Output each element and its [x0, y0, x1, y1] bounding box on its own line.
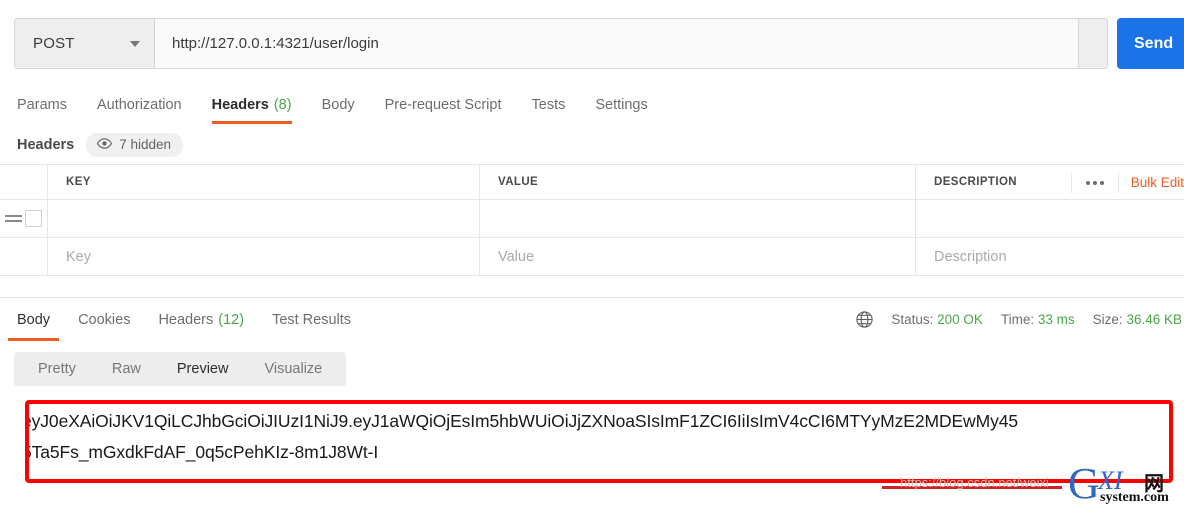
tab-pre-request-script[interactable]: Pre-request Script [385, 86, 502, 124]
response-tab-headers-count: (12) [218, 311, 245, 328]
response-tabs: Body Cookies Headers (12) Test Results [8, 298, 370, 341]
row-checkbox[interactable] [25, 210, 42, 227]
column-header-description-label: DESCRIPTION [934, 176, 1017, 188]
tab-body-label: Body [321, 97, 355, 113]
url-input-group: POST http://127.0.0.1:4321/user/login [14, 18, 1106, 69]
send-button[interactable]: Send [1117, 18, 1184, 69]
status-value: 200 OK [937, 312, 983, 327]
column-header-value-label: VALUE [498, 176, 539, 188]
tab-tests[interactable]: Tests [532, 86, 566, 124]
new-row-description-input[interactable]: Description [916, 238, 1184, 275]
headers-key-value-table: KEY VALUE DESCRIPTION Bulk Edit Key Valu… [0, 164, 1184, 276]
globe-icon[interactable] [856, 311, 873, 328]
tab-authorization-label: Authorization [96, 97, 182, 113]
eye-icon [97, 137, 113, 152]
response-tab-body[interactable]: Body [8, 298, 60, 341]
format-raw[interactable]: Raw [94, 352, 159, 386]
tab-headers-count: (8) [273, 97, 292, 113]
table-row-new[interactable]: Key Value Description [0, 238, 1184, 276]
http-method-dropdown[interactable]: POST [15, 19, 155, 68]
ellipsis-icon[interactable] [1070, 172, 1118, 193]
response-tab-test-results-label: Test Results [272, 311, 352, 328]
tab-body[interactable]: Body [322, 86, 355, 124]
response-body-token[interactable]: eyJ0eXAiOiJKV1QiLCJhbGciOiJIUzI1NiJ9.eyJ… [29, 406, 1169, 468]
time-item: Time: 33 ms [1001, 312, 1075, 327]
new-row-value-placeholder: Value [498, 248, 535, 265]
response-tab-cookies[interactable]: Cookies [69, 298, 139, 341]
tab-params-label: Params [17, 97, 67, 113]
row-key-cell[interactable] [48, 200, 480, 237]
tab-headers-label: Headers [211, 97, 269, 113]
tab-tests-label: Tests [531, 97, 566, 113]
watermark-logo: G XI 网 system.com [1068, 459, 1180, 508]
response-tab-body-label: Body [17, 311, 51, 328]
new-row-description-placeholder: Description [934, 248, 1007, 265]
column-header-key-label: KEY [66, 176, 91, 188]
response-body-annotation-box: eyJ0eXAiOiJKV1QiLCJhbGciOiJIUzI1NiJ9.eyJ… [25, 400, 1173, 483]
column-header-value: VALUE [480, 165, 916, 199]
row-description-cell[interactable] [916, 200, 1184, 237]
row-value-cell[interactable] [480, 200, 916, 237]
hidden-headers-label: 7 hidden [119, 137, 172, 152]
tab-settings-label: Settings [595, 97, 648, 113]
new-row-value-input[interactable]: Value [480, 238, 916, 275]
response-bar: Body Cookies Headers (12) Test Results S… [0, 297, 1184, 341]
tab-params[interactable]: Params [17, 86, 67, 124]
response-meta: Status: 200 OK Time: 33 ms Size: 36.46 K… [856, 298, 1184, 341]
table-header-row: KEY VALUE DESCRIPTION Bulk Edit [0, 165, 1184, 200]
chevron-down-icon [130, 40, 140, 47]
format-preview[interactable]: Preview [159, 352, 247, 386]
new-row-key-placeholder: Key [66, 248, 91, 265]
response-tab-cookies-label: Cookies [78, 311, 131, 328]
column-header-key: KEY [48, 165, 480, 199]
watermark-logo-domain: system.com [1100, 490, 1169, 505]
request-tabs: Params Authorization Headers (8) Body Pr… [0, 86, 1184, 124]
drag-handle-icon[interactable] [5, 215, 22, 222]
watermark-logo-g: G [1068, 459, 1100, 508]
watermark-url: https://blog.csdn.net/weixi [900, 475, 1049, 490]
new-row-gutter-cell [0, 238, 48, 275]
time-value: 33 ms [1037, 312, 1075, 327]
response-tab-headers-label: Headers [158, 311, 214, 328]
table-header-actions: Bulk Edit [1070, 165, 1184, 200]
tab-pre-request-script-label: Pre-request Script [384, 97, 502, 113]
response-format-switcher: Pretty Raw Preview Visualize [14, 352, 347, 386]
response-tab-headers[interactable]: Headers (12) [149, 298, 253, 341]
headers-section-bar: Headers 7 hidden [0, 126, 1184, 164]
bulk-edit-button[interactable]: Bulk Edit [1117, 172, 1184, 193]
new-row-key-input[interactable]: Key [48, 238, 480, 275]
request-url-bar: POST http://127.0.0.1:4321/user/login Se… [0, 0, 1184, 86]
response-tab-test-results[interactable]: Test Results [263, 298, 360, 341]
size-label: Size: [1092, 312, 1123, 327]
header-gutter-cell [0, 165, 48, 199]
size-value: 36.46 KB [1126, 312, 1182, 327]
status-label: Status: [891, 312, 934, 327]
http-method-label: POST [33, 35, 75, 52]
headers-section-title: Headers [17, 137, 75, 153]
hidden-headers-badge[interactable]: 7 hidden [86, 133, 184, 157]
format-pretty[interactable]: Pretty [20, 352, 94, 386]
save-dropdown-stub[interactable] [1078, 18, 1108, 69]
table-row[interactable] [0, 200, 1184, 238]
tab-settings[interactable]: Settings [595, 86, 647, 124]
time-label: Time: [1000, 312, 1035, 327]
size-item: Size: 36.46 KB [1093, 312, 1182, 327]
request-url-input[interactable]: http://127.0.0.1:4321/user/login [155, 19, 1105, 68]
status-item: Status: 200 OK [891, 312, 983, 327]
tab-authorization[interactable]: Authorization [97, 86, 182, 124]
row-gutter-cell [0, 200, 48, 237]
format-visualize[interactable]: Visualize [246, 352, 340, 386]
tab-headers[interactable]: Headers (8) [211, 86, 292, 124]
